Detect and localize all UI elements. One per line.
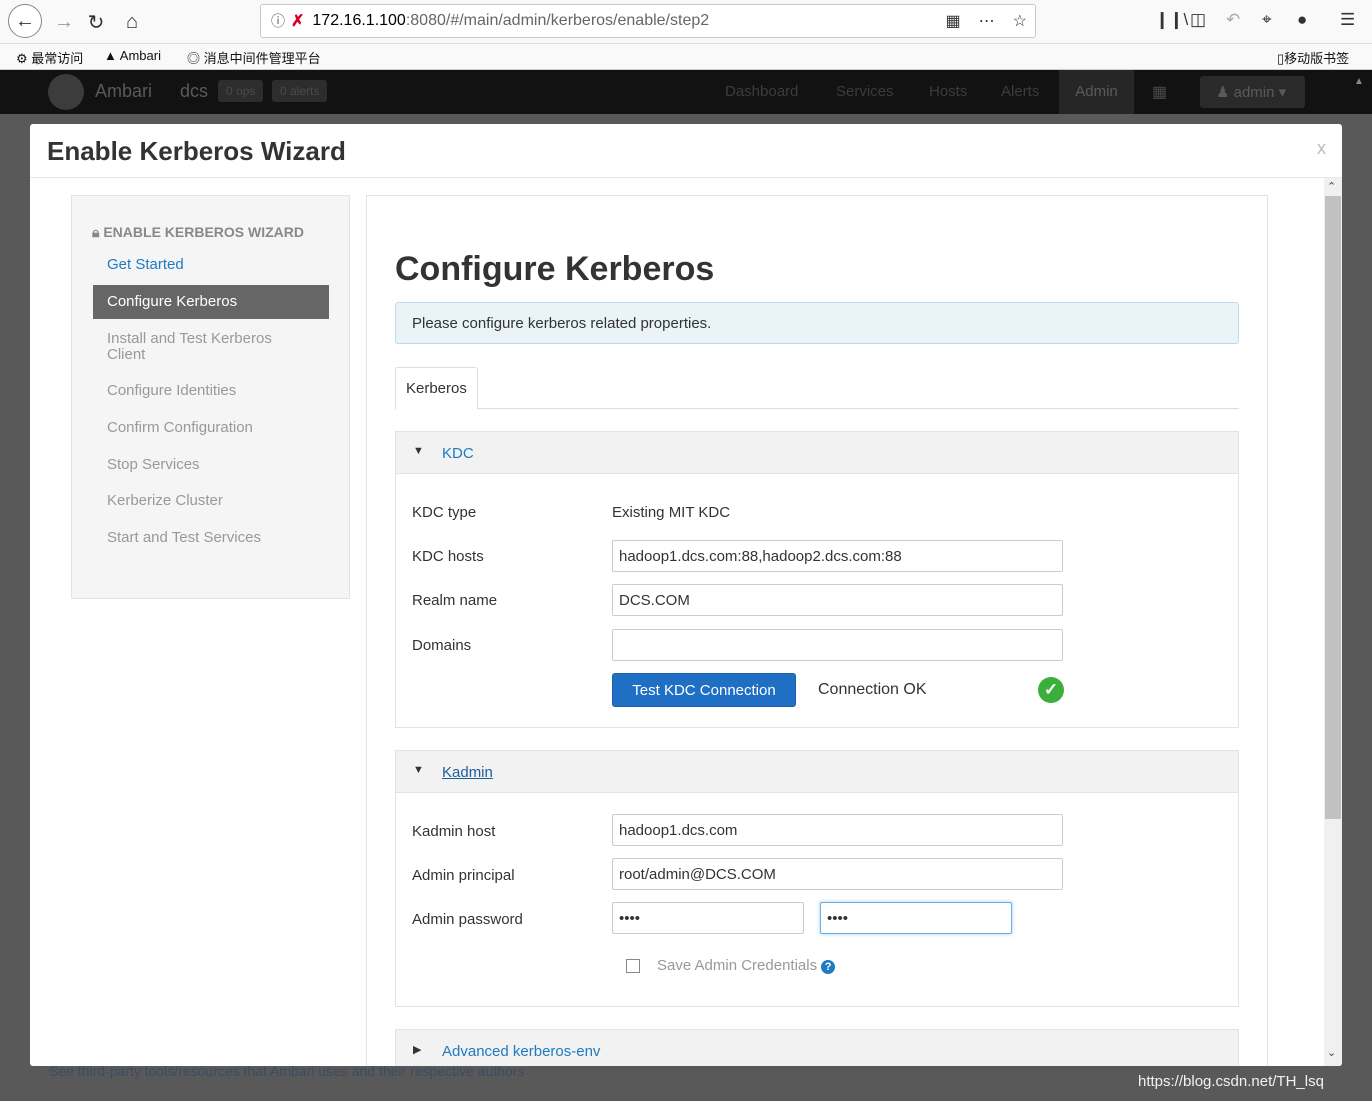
nav-alerts[interactable]: Alerts bbox=[1001, 83, 1039, 100]
save-credentials-label: Save Admin Credentials? bbox=[657, 957, 836, 974]
info-alert: Please configure kerberos related proper… bbox=[395, 302, 1239, 344]
test-kdc-connection-button[interactable]: Test KDC Connection bbox=[612, 673, 796, 707]
library-icon[interactable]: ❙❙\ bbox=[1155, 10, 1188, 30]
qr-icon[interactable]: ▦ bbox=[946, 11, 961, 31]
ambari-navbar: Ambari dcs 0 ops 0 alerts Dashboard Serv… bbox=[0, 70, 1372, 114]
kdc-panel-header[interactable]: ▼ KDC bbox=[396, 432, 1238, 474]
kadmin-panel: ▼ Kadmin Kadmin host Admin principal Adm… bbox=[395, 750, 1239, 1007]
kdc-panel: ▼ KDC KDC type Existing MIT KDC KDC host… bbox=[395, 431, 1239, 728]
more-icon[interactable]: ⋯ bbox=[979, 11, 995, 31]
wizard-step-start-test-services: Start and Test Services bbox=[107, 529, 261, 546]
tab-kerberos[interactable]: Kerberos bbox=[395, 367, 478, 410]
check-icon: ✓ bbox=[1038, 677, 1064, 703]
bookmark-most-visited[interactable]: ⚙ 最常访问 bbox=[16, 48, 83, 67]
undo-icon[interactable]: ↶ bbox=[1226, 10, 1240, 30]
domains-input[interactable] bbox=[612, 629, 1063, 661]
cluster-name[interactable]: dcs bbox=[180, 81, 208, 102]
bookmark-mq-platform[interactable]: ◎ 消息中间件管理平台 bbox=[187, 48, 321, 67]
ambari-logo-icon bbox=[48, 74, 84, 110]
wizard-step-kerberize-cluster: Kerberize Cluster bbox=[107, 492, 223, 509]
back-icon[interactable]: ← bbox=[8, 4, 42, 38]
caret-down-icon[interactable]: ▼ bbox=[413, 445, 424, 457]
lock-icon: 🔒︎ bbox=[92, 224, 100, 240]
wizard-step-configure-identities: Configure Identities bbox=[107, 382, 237, 399]
realm-name-input[interactable] bbox=[612, 584, 1063, 616]
info-icon[interactable]: ⓘ bbox=[271, 11, 285, 31]
sidebar-icon[interactable]: ◫ bbox=[1190, 10, 1206, 30]
scroll-up-icon[interactable]: ⌃ bbox=[1327, 180, 1336, 193]
user-menu[interactable]: ♟ admin ▾ bbox=[1200, 76, 1305, 108]
ambari-icon: ▲ bbox=[104, 48, 117, 63]
gear-icon: ⚙ bbox=[16, 51, 28, 66]
nav-hosts[interactable]: Hosts bbox=[929, 83, 967, 100]
config-tabs: Kerberos bbox=[395, 367, 1239, 410]
kadmin-host-label: Kadmin host bbox=[412, 823, 496, 840]
wizard-nav-header: 🔒︎ ENABLE KERBEROS WIZARD bbox=[92, 224, 305, 240]
advanced-panel-header[interactable]: ▶ Advanced kerberos-env bbox=[396, 1030, 1238, 1066]
wizard-step-configure-kerberos[interactable]: Configure Kerberos bbox=[93, 285, 329, 319]
help-icon[interactable]: ? bbox=[821, 960, 836, 974]
bookmarks-bar: ⚙ 最常访问 ▲ Ambari ◎ 消息中间件管理平台 ▯移动版书签 bbox=[0, 44, 1372, 70]
kdc-type-label: KDC type bbox=[412, 504, 477, 521]
nav-admin[interactable]: Admin bbox=[1059, 70, 1134, 114]
close-icon[interactable]: x bbox=[1317, 138, 1326, 159]
kadmin-host-input[interactable] bbox=[612, 814, 1063, 846]
admin-principal-label: Admin principal bbox=[412, 867, 515, 884]
url-bar[interactable]: ⓘ ✗ 172.16.1.100:8080/#/main/admin/kerbe… bbox=[260, 4, 1036, 38]
wizard-step-confirm-configuration: Confirm Configuration bbox=[107, 419, 253, 436]
menu-icon[interactable]: ☰ bbox=[1340, 10, 1355, 30]
watermark: https://blog.csdn.net/TH_lsq bbox=[1138, 1073, 1324, 1090]
admin-principal-input[interactable] bbox=[612, 858, 1063, 890]
alerts-badge[interactable]: 0 alerts bbox=[272, 80, 328, 102]
kadmin-panel-header[interactable]: ▼ Kadmin bbox=[396, 751, 1238, 793]
domains-label: Domains bbox=[412, 637, 472, 654]
globe-icon: ◎ bbox=[187, 51, 201, 66]
scroll-down-icon[interactable]: ⌄ bbox=[1327, 1046, 1336, 1059]
advanced-kerberos-env-panel: ▶ Advanced kerberos-env bbox=[395, 1029, 1239, 1066]
wizard-nav: 🔒︎ ENABLE KERBEROS WIZARD Get Started Co… bbox=[71, 195, 350, 599]
nav-services[interactable]: Services bbox=[836, 83, 894, 100]
save-credentials-checkbox[interactable] bbox=[626, 959, 640, 973]
nav-dashboard[interactable]: Dashboard bbox=[725, 83, 798, 100]
wizard-step-stop-services: Stop Services bbox=[107, 456, 200, 473]
admin-password-label: Admin password bbox=[412, 911, 523, 928]
bookmark-ambari[interactable]: ▲ Ambari bbox=[104, 48, 161, 63]
browser-toolbar: ← → ↻ ⌂ ⓘ ✗ 172.16.1.100:8080/#/main/adm… bbox=[0, 0, 1372, 44]
wizard-content: Configure Kerberos Please configure kerb… bbox=[366, 195, 1268, 1066]
modal-title: Enable Kerberos Wizard bbox=[47, 136, 346, 166]
forward-icon[interactable]: → bbox=[48, 6, 80, 38]
wizard-step-get-started[interactable]: Get Started bbox=[107, 257, 307, 273]
bookmark-mobile[interactable]: ▯移动版书签 bbox=[1277, 48, 1349, 67]
admin-password-confirm-input[interactable] bbox=[820, 902, 1012, 934]
admin-password-input[interactable] bbox=[612, 902, 804, 934]
connection-status: Connection OK bbox=[818, 681, 927, 698]
url-host: 172.16.1.100 bbox=[312, 12, 406, 29]
ops-badge[interactable]: 0 ops bbox=[218, 80, 264, 102]
page-title: Configure Kerberos bbox=[395, 250, 715, 288]
insecure-lock-icon[interactable]: ✗ bbox=[291, 11, 304, 31]
crop-icon[interactable]: ⌖ bbox=[1262, 10, 1272, 30]
kdc-panel-title[interactable]: KDC bbox=[442, 445, 474, 462]
ambari-brand[interactable]: Ambari bbox=[95, 81, 152, 102]
chat-icon[interactable]: ● bbox=[1297, 10, 1307, 30]
wizard-step-install-test-client: Install and Test Kerberos Client bbox=[107, 330, 272, 363]
modal-header: Enable Kerberos Wizard x bbox=[30, 124, 1342, 178]
kdc-hosts-input[interactable] bbox=[612, 540, 1063, 572]
realm-name-label: Realm name bbox=[412, 592, 498, 609]
scroll-thumb[interactable] bbox=[1325, 196, 1341, 819]
page-scroll-up-icon[interactable]: ▲ bbox=[1354, 76, 1364, 87]
kdc-type-value: Existing MIT KDC bbox=[612, 504, 731, 521]
enable-kerberos-modal: Enable Kerberos Wizard x ⌃ ⌄ 🔒︎ ENABLE K… bbox=[30, 124, 1342, 1066]
kdc-hosts-label: KDC hosts bbox=[412, 548, 484, 565]
url-path: :8080/#/main/admin/kerberos/enable/step2 bbox=[405, 12, 710, 29]
caret-down-icon[interactable]: ▼ bbox=[413, 764, 424, 776]
star-icon[interactable]: ☆ bbox=[1013, 11, 1027, 31]
caret-right-icon[interactable]: ▶ bbox=[413, 1043, 421, 1056]
advanced-panel-title[interactable]: Advanced kerberos-env bbox=[442, 1043, 600, 1060]
views-grid-icon[interactable]: ▦ bbox=[1152, 82, 1167, 102]
home-icon[interactable]: ⌂ bbox=[116, 6, 148, 38]
kadmin-panel-title[interactable]: Kadmin bbox=[442, 764, 493, 781]
reload-icon[interactable]: ↻ bbox=[80, 6, 112, 38]
